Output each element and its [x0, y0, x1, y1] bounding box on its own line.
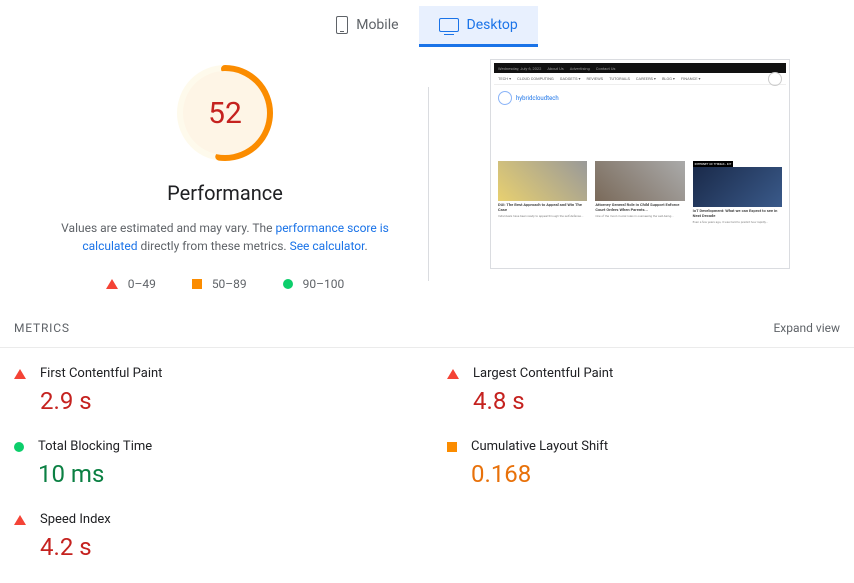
metric-name: Largest Contentful Paint: [473, 366, 840, 381]
triangle-icon: [14, 369, 26, 379]
score-value: 52: [208, 96, 242, 131]
preview-column: Wednesday, July 6, 2022About UsAdvertisi…: [430, 55, 834, 291]
legend-fail: 0–49: [106, 277, 156, 291]
page-screenshot: Wednesday, July 6, 2022About UsAdvertisi…: [490, 59, 790, 269]
score-gauge: 52: [175, 63, 275, 163]
tab-desktop-label: Desktop: [467, 17, 518, 33]
metric-name: Total Blocking Time: [38, 439, 407, 454]
metric-lcp: Largest Contentful Paint 4.8 s: [447, 348, 840, 421]
legend-average: 50–89: [192, 277, 247, 291]
metric-value: 4.8 s: [473, 387, 840, 415]
score-disclaimer: Values are estimated and may vary. The p…: [20, 219, 430, 255]
circle-icon: [283, 279, 293, 289]
tab-mobile-label: Mobile: [356, 17, 398, 33]
metric-value: 4.2 s: [40, 533, 407, 561]
triangle-icon: [447, 369, 459, 379]
square-icon: [447, 442, 457, 452]
metric-tbt: Total Blocking Time 10 ms: [14, 421, 407, 494]
metric-value: 10 ms: [38, 460, 407, 488]
tab-desktop[interactable]: Desktop: [419, 6, 538, 47]
calculator-link[interactable]: See calculator: [290, 239, 365, 253]
triangle-icon: [14, 515, 26, 525]
metric-value: 2.9 s: [40, 387, 407, 415]
square-icon: [192, 279, 202, 289]
score-column: 52 Performance Values are estimated and …: [20, 55, 430, 291]
metrics-grid: First Contentful Paint 2.9 s Largest Con…: [0, 348, 854, 583]
metric-value: 0.168: [471, 460, 840, 488]
summary-section: 52 Performance Values are estimated and …: [0, 47, 854, 311]
mobile-icon: [336, 16, 348, 34]
metric-name: Cumulative Layout Shift: [471, 439, 840, 454]
score-label: Performance: [20, 181, 430, 205]
expand-view-button[interactable]: Expand view: [773, 321, 840, 335]
metric-name: Speed Index: [40, 512, 407, 527]
desktop-icon: [439, 18, 459, 32]
device-tabs: Mobile Desktop: [0, 0, 854, 47]
metric-cls: Cumulative Layout Shift 0.168: [447, 421, 840, 494]
score-legend: 0–49 50–89 90–100: [20, 277, 430, 291]
metric-name: First Contentful Paint: [40, 366, 407, 381]
metrics-header: METRICS Expand view: [0, 311, 854, 348]
metric-si: Speed Index 4.2 s: [14, 494, 407, 567]
circle-icon: [14, 442, 24, 452]
triangle-icon: [106, 279, 118, 289]
tab-mobile[interactable]: Mobile: [316, 6, 418, 47]
metric-fcp: First Contentful Paint 2.9 s: [14, 348, 407, 421]
vertical-divider: [428, 87, 429, 281]
legend-pass: 90–100: [283, 277, 345, 291]
metrics-title: METRICS: [14, 321, 70, 335]
